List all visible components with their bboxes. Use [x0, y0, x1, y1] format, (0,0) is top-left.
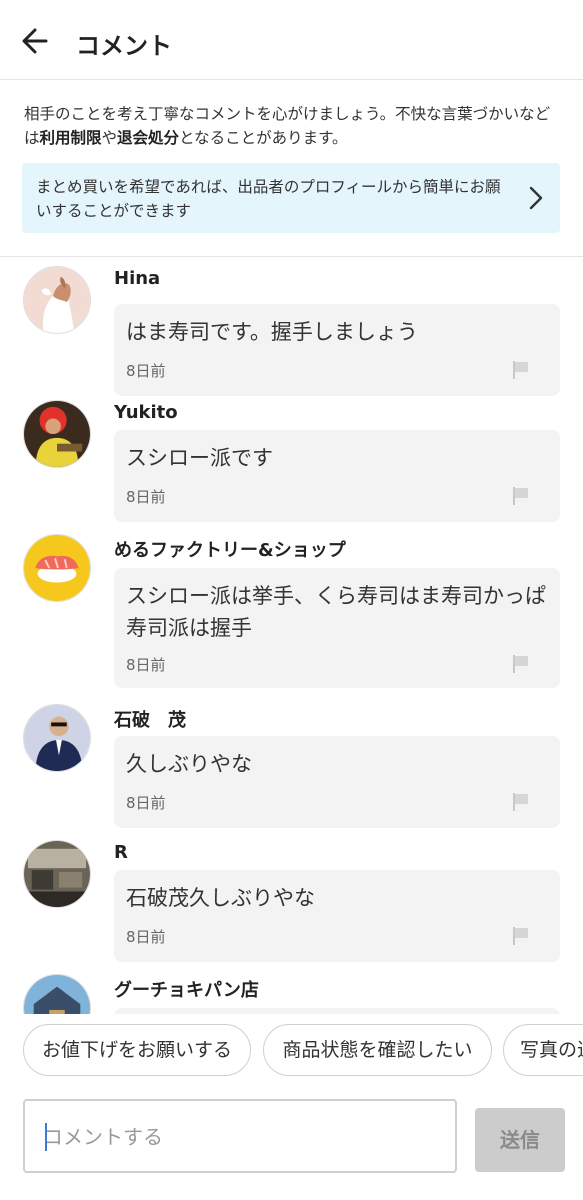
commenter-name[interactable]: 石破 茂 — [114, 706, 186, 732]
comment-guideline-notice: 相手のことを考え丁寧なコメントを心がけましょう。不快な言葉づかいなどは利用制限や… — [24, 102, 564, 150]
comment-item: 石破 茂 久しぶりやな 8日前 — [0, 704, 583, 830]
avatar[interactable] — [23, 400, 91, 468]
comment-text: スシロー派は挙手、くら寿司はま寿司かっぱ寿司派は握手 — [126, 584, 546, 640]
comment-text: はま寿司です。握手しましょう — [126, 320, 418, 344]
comment-bubble: 久しぶりやな 8日前 — [114, 736, 560, 828]
bulk-purchase-banner[interactable]: まとめ買いを希望であれば、出品者のプロフィールから簡単にお願いすることができます — [22, 163, 560, 233]
avatar[interactable] — [23, 266, 91, 334]
commenter-name[interactable]: R — [114, 842, 128, 863]
send-button[interactable]: 送信 — [475, 1108, 565, 1172]
flag-icon[interactable] — [512, 792, 530, 812]
notice-bold-usage-restriction: 利用制限 — [39, 129, 102, 147]
header-bar: コメント — [0, 0, 583, 80]
flag-icon[interactable] — [512, 486, 530, 506]
chevron-right-icon — [529, 186, 543, 210]
commenter-name[interactable]: めるファクトリー&ショップ — [114, 536, 346, 562]
comment-item: グーチョキパン店 — [0, 974, 583, 1014]
comment-item: Yukito スシロー派です 8日前 — [0, 400, 583, 526]
comment-text: 久しぶりやな — [126, 752, 252, 776]
text-cursor — [45, 1123, 47, 1151]
avatar[interactable] — [23, 534, 91, 602]
comment-bubble: スシロー派は挙手、くら寿司はま寿司かっぱ寿司派は握手 8日前 — [114, 568, 560, 688]
comment-item: R 石破茂久しぶりやな 8日前 — [0, 840, 583, 966]
comment-time: 8日前 — [126, 488, 166, 506]
quick-reply-chip[interactable]: 写真の追 — [503, 1024, 583, 1076]
comment-item: めるファクトリー&ショップ スシロー派は挙手、くら寿司はま寿司かっぱ寿司派は握手… — [0, 534, 583, 696]
comment-time: 8日前 — [126, 928, 166, 946]
comment-bubble — [114, 1008, 560, 1014]
avatar[interactable] — [23, 704, 91, 772]
commenter-name[interactable]: Yukito — [114, 402, 178, 423]
flag-icon[interactable] — [512, 654, 530, 674]
comment-time: 8日前 — [126, 362, 166, 380]
comment-time: 8日前 — [126, 794, 166, 812]
quick-reply-bar[interactable]: お値下げをお願いする 商品状態を確認したい 写真の追 — [0, 1024, 583, 1076]
comment-text: スシロー派です — [126, 446, 273, 470]
notice-text: となることがあります。 — [179, 129, 348, 147]
comment-item: Hina はま寿司です。握手しましょう 8日前 — [0, 266, 583, 396]
avatar[interactable] — [23, 974, 91, 1014]
page-title: コメント — [76, 32, 172, 60]
commenter-name[interactable]: グーチョキパン店 — [114, 976, 259, 1002]
comment-bubble: はま寿司です。握手しましょう 8日前 — [114, 304, 560, 396]
comment-bubble: 石破茂久しぶりやな 8日前 — [114, 870, 560, 962]
quick-reply-chip[interactable]: お値下げをお願いする — [23, 1024, 251, 1076]
comment-bubble: スシロー派です 8日前 — [114, 430, 560, 522]
commenter-name[interactable]: Hina — [114, 268, 160, 289]
comment-list[interactable]: Hina はま寿司です。握手しましょう 8日前 Yukito スシロー派です 8… — [0, 258, 583, 1014]
back-button[interactable] — [16, 22, 56, 60]
arrow-left-icon — [22, 28, 48, 54]
flag-icon[interactable] — [512, 926, 530, 946]
flag-icon[interactable] — [512, 360, 530, 380]
avatar[interactable] — [23, 840, 91, 908]
banner-text: まとめ買いを希望であれば、出品者のプロフィールから簡単にお願いすることができます — [36, 178, 501, 220]
notice-text: や — [101, 129, 118, 147]
comment-input-box[interactable] — [23, 1099, 457, 1173]
divider — [0, 256, 583, 257]
comment-text: 石破茂久しぶりやな — [126, 886, 315, 910]
comment-time: 8日前 — [126, 656, 166, 674]
notice-bold-withdrawal: 退会処分 — [117, 129, 180, 147]
comment-input[interactable] — [43, 1119, 443, 1155]
quick-reply-chip[interactable]: 商品状態を確認したい — [263, 1024, 492, 1076]
